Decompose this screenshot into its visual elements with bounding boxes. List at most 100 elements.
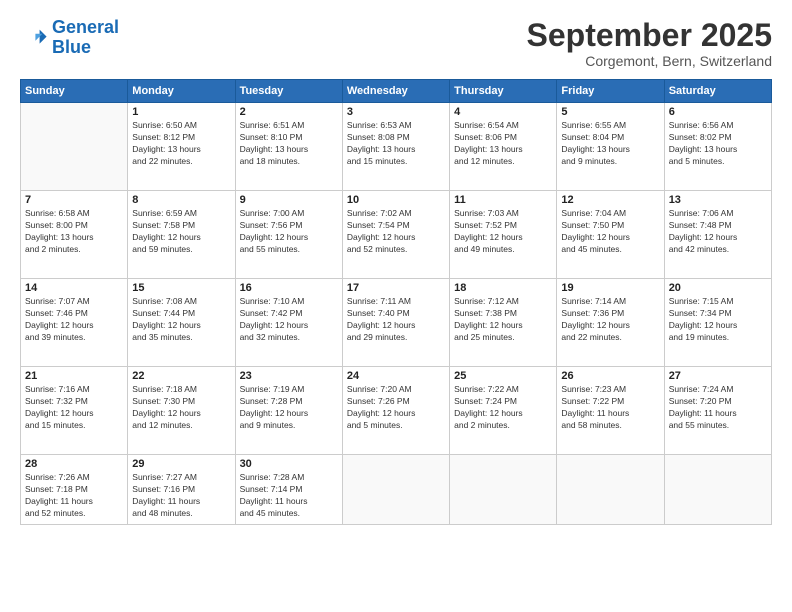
day-number: 11	[454, 194, 552, 206]
day-number: 27	[669, 370, 767, 382]
logo-line1: General	[52, 17, 119, 37]
day-number: 8	[132, 194, 230, 206]
day-number: 9	[240, 194, 338, 206]
calendar-cell: 16Sunrise: 7:10 AM Sunset: 7:42 PM Dayli…	[235, 279, 342, 367]
day-number: 12	[561, 194, 659, 206]
day-number: 23	[240, 370, 338, 382]
day-number: 26	[561, 370, 659, 382]
calendar-week-row: 14 Sunrise: 7:07 AM Sunset: 7:46 PM Dayli…	[21, 279, 772, 367]
calendar-cell	[450, 455, 557, 525]
day-number: 24	[347, 370, 445, 382]
logo: General Blue	[20, 18, 119, 58]
day-info: Sunrise: 6:53 AM Sunset: 8:08 PM Dayligh…	[347, 120, 445, 168]
day-info: Sunrise: 6:55 AM Sunset: 8:04 PM Dayligh…	[561, 120, 659, 168]
calendar-cell: 11 Sunrise: 7:03 AM Sunset: 7:52 PM Dayli…	[450, 191, 557, 279]
calendar-cell: 26 Sunrise: 7:23 AM Sunset: 7:22 PM Dayli…	[557, 367, 664, 455]
day-number: 25	[454, 370, 552, 382]
day-number: 3	[347, 106, 445, 118]
day-info: Sunrise: 7:27 AM Sunset: 7:16 PM Dayligh…	[132, 472, 230, 520]
calendar-cell: 8 Sunrise: 6:59 AM Sunset: 7:58 PM Daylig…	[128, 191, 235, 279]
calendar-cell: 13 Sunrise: 7:06 AM Sunset: 7:48 PM Dayli…	[664, 191, 771, 279]
day-number: 18	[454, 282, 552, 294]
day-info: Sunrise: 7:22 AM Sunset: 7:24 PM Dayligh…	[454, 384, 552, 432]
day-info: Sunrise: 7:28 AM Sunset: 7:14 PM Dayligh…	[240, 472, 338, 520]
calendar-cell: 4Sunrise: 6:54 AM Sunset: 8:06 PM Daylig…	[450, 103, 557, 191]
calendar-cell: 27 Sunrise: 7:24 AM Sunset: 7:20 PM Dayli…	[664, 367, 771, 455]
day-number: 14	[25, 282, 123, 294]
calendar-header-thursday: Thursday	[450, 80, 557, 103]
day-number: 20	[669, 282, 767, 294]
calendar-cell: 3 Sunrise: 6:53 AM Sunset: 8:08 PM Daylig…	[342, 103, 449, 191]
calendar-cell: 28Sunrise: 7:26 AM Sunset: 7:18 PM Dayli…	[21, 455, 128, 525]
day-number: 15	[132, 282, 230, 294]
day-info: Sunrise: 6:54 AM Sunset: 8:06 PM Dayligh…	[454, 120, 552, 168]
day-info: Sunrise: 7:02 AM Sunset: 7:54 PM Dayligh…	[347, 208, 445, 256]
calendar-cell	[664, 455, 771, 525]
calendar-week-row: 7Sunrise: 6:58 AM Sunset: 8:00 PM Daylig…	[21, 191, 772, 279]
calendar-cell: 15 Sunrise: 7:08 AM Sunset: 7:44 PM Dayli…	[128, 279, 235, 367]
day-info: Sunrise: 7:14 AM Sunset: 7:36 PM Dayligh…	[561, 296, 659, 344]
calendar-cell: 24 Sunrise: 7:20 AM Sunset: 7:26 PM Dayli…	[342, 367, 449, 455]
calendar-cell: 25 Sunrise: 7:22 AM Sunset: 7:24 PM Dayli…	[450, 367, 557, 455]
calendar-cell: 2 Sunrise: 6:51 AM Sunset: 8:10 PM Daylig…	[235, 103, 342, 191]
title-block: September 2025 Corgemont, Bern, Switzerl…	[527, 18, 772, 69]
calendar-cell: 19 Sunrise: 7:14 AM Sunset: 7:36 PM Dayli…	[557, 279, 664, 367]
day-info: Sunrise: 6:56 AM Sunset: 8:02 PM Dayligh…	[669, 120, 767, 168]
day-info: Sunrise: 7:10 AM Sunset: 7:42 PM Dayligh…	[240, 296, 338, 344]
calendar-header-wednesday: Wednesday	[342, 80, 449, 103]
calendar-header-monday: Monday	[128, 80, 235, 103]
calendar-header-tuesday: Tuesday	[235, 80, 342, 103]
day-info: Sunrise: 7:15 AM Sunset: 7:34 PM Dayligh…	[669, 296, 767, 344]
logo-icon	[20, 24, 48, 52]
day-info: Sunrise: 7:00 AM Sunset: 7:56 PM Dayligh…	[240, 208, 338, 256]
day-number: 1	[132, 106, 230, 118]
calendar-cell: 6 Sunrise: 6:56 AM Sunset: 8:02 PM Daylig…	[664, 103, 771, 191]
day-info: Sunrise: 6:51 AM Sunset: 8:10 PM Dayligh…	[240, 120, 338, 168]
day-number: 6	[669, 106, 767, 118]
day-number: 2	[240, 106, 338, 118]
calendar-cell: 10Sunrise: 7:02 AM Sunset: 7:54 PM Dayli…	[342, 191, 449, 279]
day-info: Sunrise: 7:08 AM Sunset: 7:44 PM Dayligh…	[132, 296, 230, 344]
day-info: Sunrise: 7:04 AM Sunset: 7:50 PM Dayligh…	[561, 208, 659, 256]
day-number: 13	[669, 194, 767, 206]
calendar-cell: 29Sunrise: 7:27 AM Sunset: 7:16 PM Dayli…	[128, 455, 235, 525]
calendar: SundayMondayTuesdayWednesdayThursdayFrid…	[20, 79, 772, 525]
calendar-cell: 14 Sunrise: 7:07 AM Sunset: 7:46 PM Dayli…	[21, 279, 128, 367]
page: General Blue September 2025 Corgemont, B…	[0, 0, 792, 612]
day-number: 22	[132, 370, 230, 382]
day-info: Sunrise: 7:20 AM Sunset: 7:26 PM Dayligh…	[347, 384, 445, 432]
day-number: 5	[561, 106, 659, 118]
calendar-cell: 7Sunrise: 6:58 AM Sunset: 8:00 PM Daylig…	[21, 191, 128, 279]
day-info: Sunrise: 7:12 AM Sunset: 7:38 PM Dayligh…	[454, 296, 552, 344]
logo-line2: Blue	[52, 38, 119, 58]
calendar-cell: 9 Sunrise: 7:00 AM Sunset: 7:56 PM Daylig…	[235, 191, 342, 279]
calendar-cell: 22Sunrise: 7:18 AM Sunset: 7:30 PM Dayli…	[128, 367, 235, 455]
calendar-cell: 12 Sunrise: 7:04 AM Sunset: 7:50 PM Dayli…	[557, 191, 664, 279]
day-info: Sunrise: 6:50 AM Sunset: 8:12 PM Dayligh…	[132, 120, 230, 168]
calendar-cell: 21 Sunrise: 7:16 AM Sunset: 7:32 PM Dayli…	[21, 367, 128, 455]
day-info: Sunrise: 7:24 AM Sunset: 7:20 PM Dayligh…	[669, 384, 767, 432]
calendar-cell: 20 Sunrise: 7:15 AM Sunset: 7:34 PM Dayli…	[664, 279, 771, 367]
day-number: 28	[25, 458, 123, 470]
day-info: Sunrise: 6:59 AM Sunset: 7:58 PM Dayligh…	[132, 208, 230, 256]
day-info: Sunrise: 7:16 AM Sunset: 7:32 PM Dayligh…	[25, 384, 123, 432]
day-info: Sunrise: 7:06 AM Sunset: 7:48 PM Dayligh…	[669, 208, 767, 256]
calendar-header-friday: Friday	[557, 80, 664, 103]
calendar-cell: 30Sunrise: 7:28 AM Sunset: 7:14 PM Dayli…	[235, 455, 342, 525]
day-info: Sunrise: 7:03 AM Sunset: 7:52 PM Dayligh…	[454, 208, 552, 256]
day-info: Sunrise: 7:23 AM Sunset: 7:22 PM Dayligh…	[561, 384, 659, 432]
calendar-header-saturday: Saturday	[664, 80, 771, 103]
day-number: 19	[561, 282, 659, 294]
day-number: 17	[347, 282, 445, 294]
calendar-cell: 1 Sunrise: 6:50 AM Sunset: 8:12 PM Daylig…	[128, 103, 235, 191]
day-info: Sunrise: 7:07 AM Sunset: 7:46 PM Dayligh…	[25, 296, 123, 344]
calendar-week-row: 28Sunrise: 7:26 AM Sunset: 7:18 PM Dayli…	[21, 455, 772, 525]
logo-text: General Blue	[52, 18, 119, 58]
header: General Blue September 2025 Corgemont, B…	[20, 18, 772, 69]
day-number: 21	[25, 370, 123, 382]
day-number: 7	[25, 194, 123, 206]
day-info: Sunrise: 7:19 AM Sunset: 7:28 PM Dayligh…	[240, 384, 338, 432]
calendar-cell: 5 Sunrise: 6:55 AM Sunset: 8:04 PM Daylig…	[557, 103, 664, 191]
calendar-week-row: 21 Sunrise: 7:16 AM Sunset: 7:32 PM Dayli…	[21, 367, 772, 455]
day-info: Sunrise: 7:11 AM Sunset: 7:40 PM Dayligh…	[347, 296, 445, 344]
